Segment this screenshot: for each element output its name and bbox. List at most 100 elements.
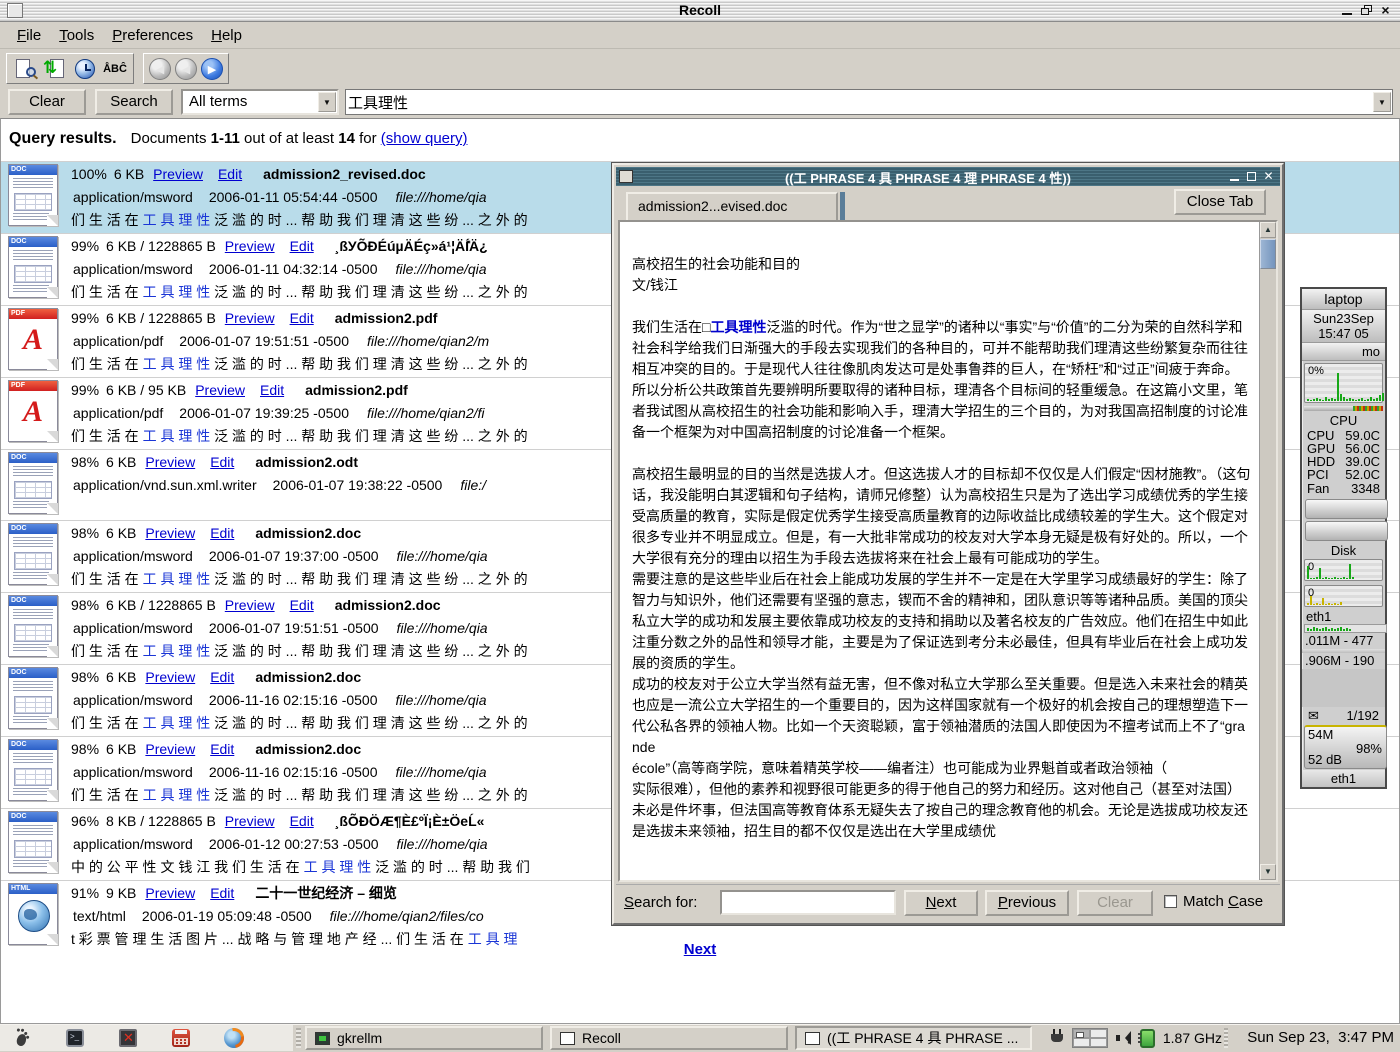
preview-link[interactable]: Preview [145, 741, 195, 757]
result-title: 二十一世纪经济 – 细览 [255, 885, 397, 901]
task-button[interactable]: ((工 PHRASE 4 具 PHRASE ... [795, 1026, 1032, 1050]
panel-drag-handle[interactable] [1224, 1028, 1228, 1048]
window-menu-icon[interactable] [619, 170, 633, 183]
preview-tabbar: admission2...evised.doc Close Tab [616, 186, 1280, 220]
edit-link[interactable]: Edit [218, 166, 242, 182]
result-title: ¸ßУÕÐÉúµÄÉç»á¹¦ÄܺÍÄ¿ [335, 238, 488, 254]
edit-link[interactable]: Edit [260, 382, 284, 398]
scroll-up-icon[interactable]: ▲ [1260, 222, 1276, 238]
minimize-button[interactable] [1339, 2, 1356, 19]
close-button[interactable]: × [1377, 2, 1394, 19]
first-page-icon[interactable]: ◀ [149, 58, 171, 80]
menu-item-file[interactable]: File [8, 25, 50, 47]
show-query-link[interactable]: (show query) [381, 130, 468, 147]
gkrellm-monitor[interactable]: laptop Sun23Sep 15:47 05 mo 0% CPU CPU59… [1300, 287, 1387, 789]
search-mode-select[interactable]: All terms ▼ [181, 89, 339, 115]
preview-text[interactable]: 高校招生的社会功能和目的 文/钱江我们生活在□工具理性泛滥的时代。作为“世之显学… [620, 222, 1259, 880]
clear-button[interactable]: Clear [8, 89, 86, 115]
result-snippet: 中 的 公 平 性 文 钱 江 我 们 生 活 在 工 具 理 性 泛 滥 的 … [71, 856, 530, 879]
next-results-link[interactable]: Next [684, 941, 717, 958]
find-input[interactable] [720, 890, 896, 915]
scroll-down-icon[interactable]: ▼ [1260, 864, 1276, 880]
workspace-switcher[interactable] [1072, 1028, 1108, 1048]
result-path: file:///home/qia [397, 836, 488, 852]
result-size: 6 KB / 1228865 B [106, 310, 216, 326]
edit-link[interactable]: Edit [210, 525, 234, 541]
result-date: 2006-01-07 19:39:25 -0500 [179, 405, 349, 421]
preview-link[interactable]: Preview [145, 885, 195, 901]
edit-link[interactable]: Edit [290, 597, 314, 613]
preview-link[interactable]: Preview [145, 525, 195, 541]
term-explorer-icon[interactable]: ÅBĈ [102, 56, 128, 82]
terminal-launcher-icon[interactable]: >_ [65, 1028, 85, 1048]
firefox-launcher-icon[interactable] [224, 1028, 244, 1048]
search-button[interactable]: Search [95, 89, 173, 115]
taskbar-clock[interactable]: Sun Sep 23, 3:47 PM [1247, 1025, 1394, 1051]
disk-chart-2-wrap: 0 [1302, 585, 1385, 609]
preview-link[interactable]: Preview [153, 166, 203, 182]
result-mimetype: application/msword [73, 189, 193, 205]
cpu-freq-icon[interactable] [1140, 1029, 1155, 1048]
edit-link[interactable]: Edit [210, 885, 234, 901]
close-button[interactable]: ✕ [1261, 169, 1276, 184]
chevron-down-icon[interactable]: ▼ [1373, 92, 1391, 112]
result-date: 2006-01-07 19:38:22 -0500 [273, 477, 443, 493]
preview-scrollbar[interactable]: ▲ ▼ [1259, 222, 1276, 880]
preview-document-icon[interactable] [12, 56, 38, 82]
menu-item-preferences[interactable]: Preferences [103, 25, 202, 47]
minimize-button[interactable] [1227, 169, 1242, 184]
preview-link[interactable]: Preview [145, 454, 195, 470]
sort-results-icon[interactable]: ⇅ [42, 56, 68, 82]
power-plug-icon[interactable] [1051, 1029, 1064, 1047]
edit-link[interactable]: Edit [210, 454, 234, 470]
doc-file-icon: DOC [7, 811, 61, 875]
result-date: 2006-01-12 00:27:53 -0500 [209, 836, 379, 852]
next-page-icon[interactable]: ▶ [201, 58, 223, 80]
close-tab-button[interactable]: Close Tab [1174, 189, 1266, 215]
task-button[interactable]: Recoll [550, 1026, 788, 1050]
speaker-icon[interactable] [1116, 1030, 1132, 1046]
system-tray: 1.87 GHz [1051, 1025, 1222, 1051]
menubar: FileToolsPreferencesHelp [0, 23, 1400, 49]
result-date: 2006-11-16 02:15:16 -0500 [209, 764, 378, 780]
edit-link[interactable]: Edit [290, 238, 314, 254]
preview-link[interactable]: Preview [225, 813, 275, 829]
result-path: file:///home/qia [396, 692, 487, 708]
find-previous-button[interactable]: Previous [985, 890, 1069, 916]
restore-button[interactable] [1358, 2, 1375, 19]
eth-bottom-label: eth1 [1302, 770, 1385, 787]
gkrellm-spacer [1302, 669, 1385, 707]
task-button[interactable]: gkrellm [305, 1026, 543, 1050]
find-clear-button[interactable]: Clear [1077, 890, 1153, 916]
main-titlebar[interactable]: Recoll × [0, 0, 1400, 22]
edit-link[interactable]: Edit [290, 813, 314, 829]
preview-link[interactable]: Preview [225, 597, 275, 613]
find-next-button[interactable]: Next [904, 890, 978, 916]
preview-link[interactable]: Preview [225, 238, 275, 254]
previous-page-icon[interactable]: ◀ [175, 58, 197, 80]
typewriter-launcher-icon[interactable] [171, 1028, 191, 1048]
menu-item-help[interactable]: Help [202, 25, 251, 47]
chevron-down-icon[interactable]: ▼ [318, 92, 336, 112]
preview-tab[interactable]: admission2...evised.doc [626, 192, 838, 220]
match-case-option[interactable]: Match Case [1164, 893, 1263, 910]
search-input[interactable] [348, 91, 1358, 113]
maximize-button[interactable] [1244, 169, 1259, 184]
memory-percent: 98% [1356, 741, 1382, 756]
edit-link[interactable]: Edit [210, 741, 234, 757]
edit-link[interactable]: Edit [210, 669, 234, 685]
checkbox-icon[interactable] [1164, 895, 1177, 908]
preview-titlebar[interactable]: ((工 PHRASE 4 具 PHRASE 4 理 PHRASE 4 性)) ✕ [616, 167, 1280, 186]
gnome-menu-launcher-icon[interactable] [12, 1028, 32, 1048]
scrollbar-thumb[interactable] [1260, 239, 1276, 269]
history-clock-icon[interactable] [72, 56, 98, 82]
screenshot-launcher-icon[interactable] [118, 1028, 138, 1048]
result-date: 2006-11-16 02:15:16 -0500 [209, 692, 378, 708]
preview-link[interactable]: Preview [225, 310, 275, 326]
preview-link[interactable]: Preview [195, 382, 245, 398]
preview-link[interactable]: Preview [145, 669, 195, 685]
panel-drag-handle[interactable] [296, 1028, 301, 1048]
edit-link[interactable]: Edit [290, 310, 314, 326]
search-row: Clear Search All terms ▼ ▼ [0, 87, 1400, 118]
menu-item-tools[interactable]: Tools [50, 25, 103, 47]
